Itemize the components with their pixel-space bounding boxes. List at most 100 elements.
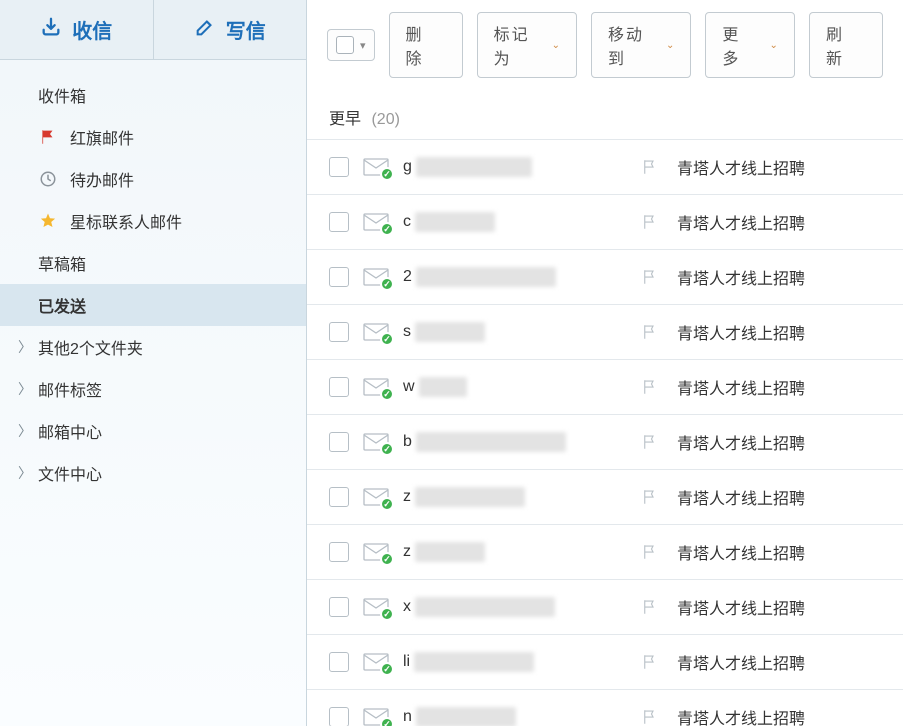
mail-list: ✓ g 青塔人才线上招聘 ✓ c 青塔人才线上招聘 [307, 139, 903, 726]
envelope-icon: ✓ [363, 598, 389, 616]
sender-prefix: x [403, 598, 411, 616]
subject: 青塔人才线上招聘 [677, 210, 889, 234]
folder-file-center[interactable]: 〉 文件中心 [0, 452, 306, 494]
sender-prefix: s [403, 323, 411, 341]
sender-redacted [416, 267, 556, 287]
subject: 青塔人才线上招聘 [677, 705, 889, 726]
sender: x [403, 597, 623, 617]
toolbar: ▾ 删 除 标记为 ⌄ 移动到 ⌄ 更 多 ⌄ 刷 新 [307, 0, 903, 93]
flag-column[interactable] [637, 433, 663, 451]
row-checkbox[interactable] [329, 652, 349, 672]
group-label: 更早 [329, 111, 361, 128]
mail-row[interactable]: ✓ li 青塔人才线上招聘 [307, 634, 903, 689]
sender: w [403, 377, 623, 397]
mail-row[interactable]: ✓ z 青塔人才线上招聘 [307, 469, 903, 524]
chevron-down-icon: ⌄ [770, 40, 778, 51]
chevron-right-icon: 〉 [18, 421, 32, 441]
mail-row[interactable]: ✓ w 青塔人才线上招聘 [307, 359, 903, 414]
row-checkbox[interactable] [329, 377, 349, 397]
sender-prefix: w [403, 378, 415, 396]
mail-row[interactable]: ✓ z 青塔人才线上招聘 [307, 524, 903, 579]
folder-starred[interactable]: 星标联系人邮件 [0, 200, 306, 242]
flag-column[interactable] [637, 378, 663, 396]
row-checkbox[interactable] [329, 542, 349, 562]
mail-row[interactable]: ✓ s 青塔人才线上招聘 [307, 304, 903, 359]
move-to-button[interactable]: 移动到 ⌄ [591, 12, 691, 78]
flag-column[interactable] [637, 708, 663, 726]
mail-row[interactable]: ✓ 2 青塔人才线上招聘 [307, 249, 903, 304]
subject: 青塔人才线上招聘 [677, 320, 889, 344]
sent-check-icon: ✓ [380, 387, 394, 401]
envelope-icon: ✓ [363, 158, 389, 176]
envelope-icon: ✓ [363, 543, 389, 561]
folder-inbox[interactable]: 收件箱 [0, 74, 306, 116]
compose-mail-button[interactable]: 写信 [154, 0, 307, 59]
subject: 青塔人才线上招聘 [677, 430, 889, 454]
row-checkbox[interactable] [329, 487, 349, 507]
flag-icon [38, 128, 58, 146]
mail-row[interactable]: ✓ b 青塔人才线上招聘 [307, 414, 903, 469]
flag-column[interactable] [637, 488, 663, 506]
sender-redacted [414, 652, 534, 672]
sender: c [403, 212, 623, 232]
row-checkbox[interactable] [329, 597, 349, 617]
flag-column[interactable] [637, 598, 663, 616]
subject: 青塔人才线上招聘 [677, 155, 889, 179]
sent-check-icon: ✓ [380, 717, 394, 726]
flag-column[interactable] [637, 323, 663, 341]
chevron-right-icon: 〉 [18, 379, 32, 399]
flag-column[interactable] [637, 543, 663, 561]
folder-todo[interactable]: 待办邮件 [0, 158, 306, 200]
folder-others[interactable]: 〉 其他2个文件夹 [0, 326, 306, 368]
sender: b [403, 432, 623, 452]
row-checkbox[interactable] [329, 212, 349, 232]
chevron-right-icon: 〉 [18, 463, 32, 483]
sender-redacted [415, 597, 555, 617]
delete-button[interactable]: 删 除 [389, 12, 463, 78]
receive-mail-button[interactable]: 收信 [0, 0, 154, 59]
sent-check-icon: ✓ [380, 222, 394, 236]
envelope-icon: ✓ [363, 433, 389, 451]
envelope-icon: ✓ [363, 378, 389, 396]
sender-prefix: g [403, 158, 412, 176]
envelope-icon: ✓ [363, 488, 389, 506]
sender-redacted [415, 212, 495, 232]
mark-as-button[interactable]: 标记为 ⌄ [477, 12, 577, 78]
sender-prefix: z [403, 543, 411, 561]
flag-column[interactable] [637, 213, 663, 231]
folder-sent[interactable]: 已发送 [0, 284, 306, 326]
row-checkbox[interactable] [329, 432, 349, 452]
folder-drafts[interactable]: 草稿箱 [0, 242, 306, 284]
mail-row[interactable]: ✓ x 青塔人才线上招聘 [307, 579, 903, 634]
mail-row[interactable]: ✓ c 青塔人才线上招聘 [307, 194, 903, 249]
folder-tags[interactable]: 〉 邮件标签 [0, 368, 306, 410]
compose-label: 写信 [226, 15, 266, 44]
row-checkbox[interactable] [329, 322, 349, 342]
flag-column[interactable] [637, 268, 663, 286]
star-icon [38, 212, 58, 230]
select-all-dropdown[interactable]: ▾ [327, 29, 375, 61]
download-icon [40, 16, 62, 44]
group-count: (20) [371, 111, 399, 128]
sender-redacted [416, 432, 566, 452]
select-all-checkbox[interactable] [336, 36, 354, 54]
flag-column[interactable] [637, 158, 663, 176]
more-button[interactable]: 更 多 ⌄ [705, 12, 795, 78]
sender: n [403, 707, 623, 726]
mail-row[interactable]: ✓ n 青塔人才线上招聘 [307, 689, 903, 726]
subject: 青塔人才线上招聘 [677, 485, 889, 509]
row-checkbox[interactable] [329, 707, 349, 726]
envelope-icon: ✓ [363, 653, 389, 671]
folder-flagged[interactable]: 红旗邮件 [0, 116, 306, 158]
chevron-down-icon: ⌄ [666, 40, 674, 51]
row-checkbox[interactable] [329, 157, 349, 177]
folder-mailbox-center[interactable]: 〉 邮箱中心 [0, 410, 306, 452]
clock-icon [38, 170, 58, 188]
sender-prefix: 2 [403, 268, 412, 286]
row-checkbox[interactable] [329, 267, 349, 287]
chevron-down-icon: ⌄ [552, 40, 560, 51]
flag-column[interactable] [637, 653, 663, 671]
refresh-button[interactable]: 刷 新 [809, 12, 883, 78]
mail-row[interactable]: ✓ g 青塔人才线上招聘 [307, 139, 903, 194]
sent-check-icon: ✓ [380, 662, 394, 676]
